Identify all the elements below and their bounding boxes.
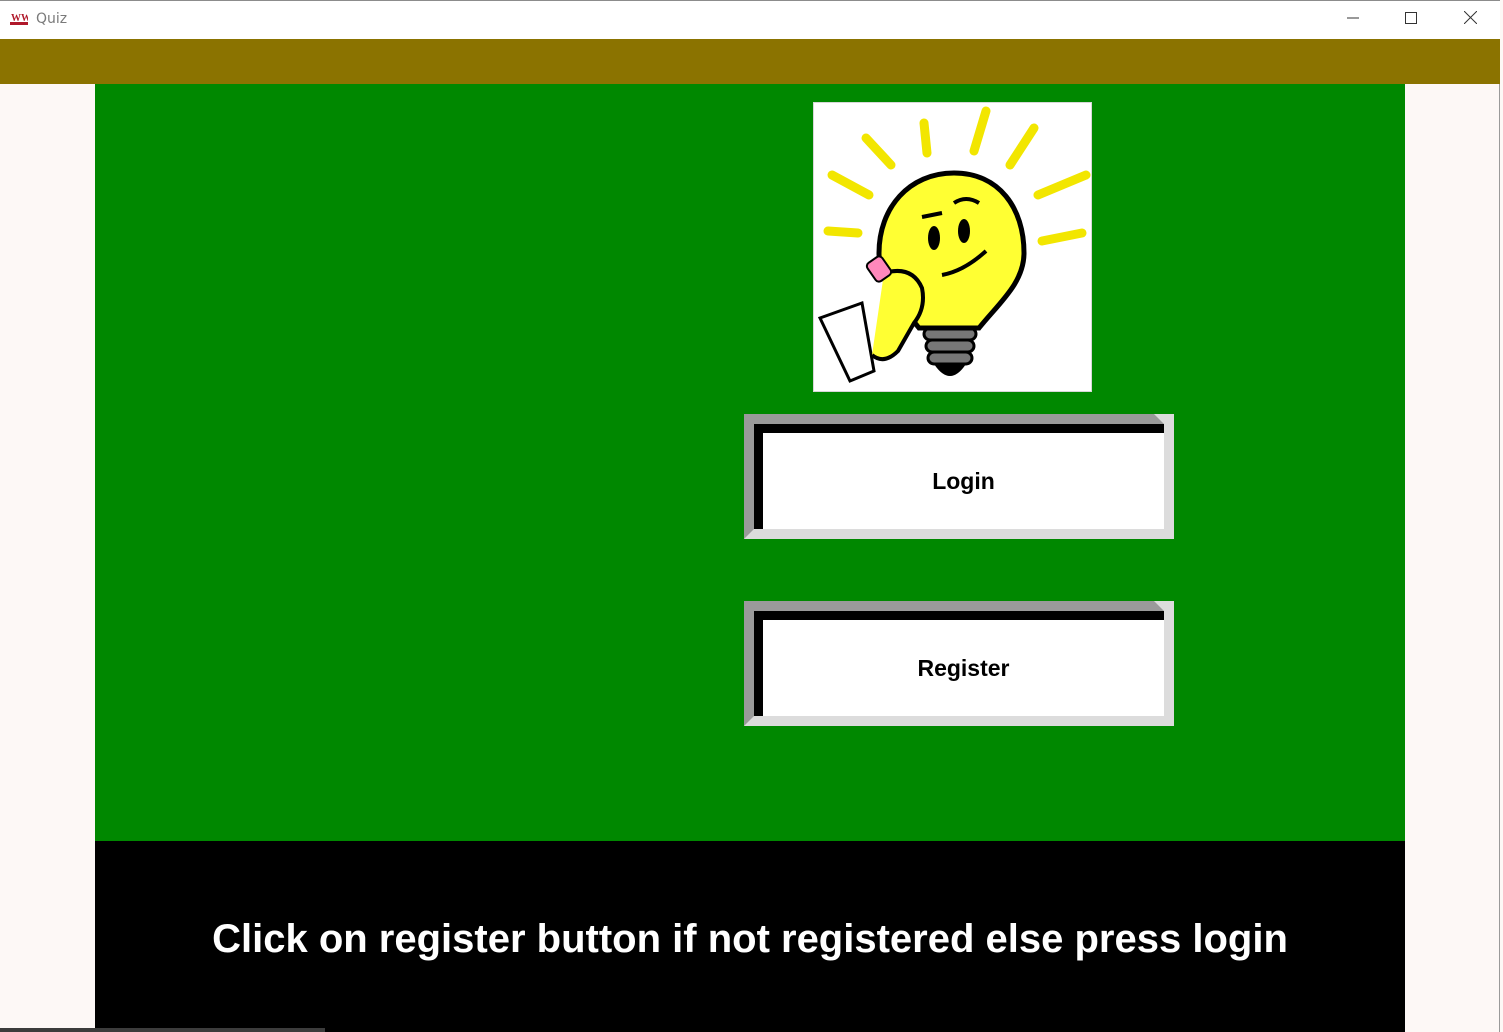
maximize-icon bbox=[1405, 11, 1417, 29]
login-button-face[interactable]: Login bbox=[754, 424, 1164, 529]
main-panel: Login Register bbox=[95, 84, 1405, 841]
close-icon bbox=[1463, 10, 1477, 29]
title-bar[interactable]: WW Quiz bbox=[0, 0, 1500, 39]
menu-bar bbox=[0, 39, 1500, 84]
window-title: Quiz bbox=[36, 11, 68, 27]
quiz-app-icon: WW bbox=[10, 9, 31, 25]
login-label: Login bbox=[932, 467, 995, 494]
instruction-text: Click on register button if not register… bbox=[212, 917, 1288, 961]
register-button[interactable]: Register bbox=[744, 601, 1174, 726]
register-label: Register bbox=[917, 654, 1010, 681]
app-window: WW Quiz Login Register Click on register… bbox=[0, 0, 1500, 1032]
register-button-face[interactable]: Register bbox=[754, 611, 1164, 716]
lightbulb-thinking-icon bbox=[813, 102, 1092, 392]
maximize-button[interactable] bbox=[1382, 1, 1440, 39]
minimize-icon bbox=[1347, 11, 1359, 29]
instruction-banner: Click on register button if not register… bbox=[95, 841, 1405, 1032]
login-button[interactable]: Login bbox=[744, 414, 1174, 539]
close-button[interactable] bbox=[1441, 1, 1499, 39]
taskbar-edge bbox=[0, 1028, 325, 1032]
minimize-button[interactable] bbox=[1324, 1, 1382, 39]
